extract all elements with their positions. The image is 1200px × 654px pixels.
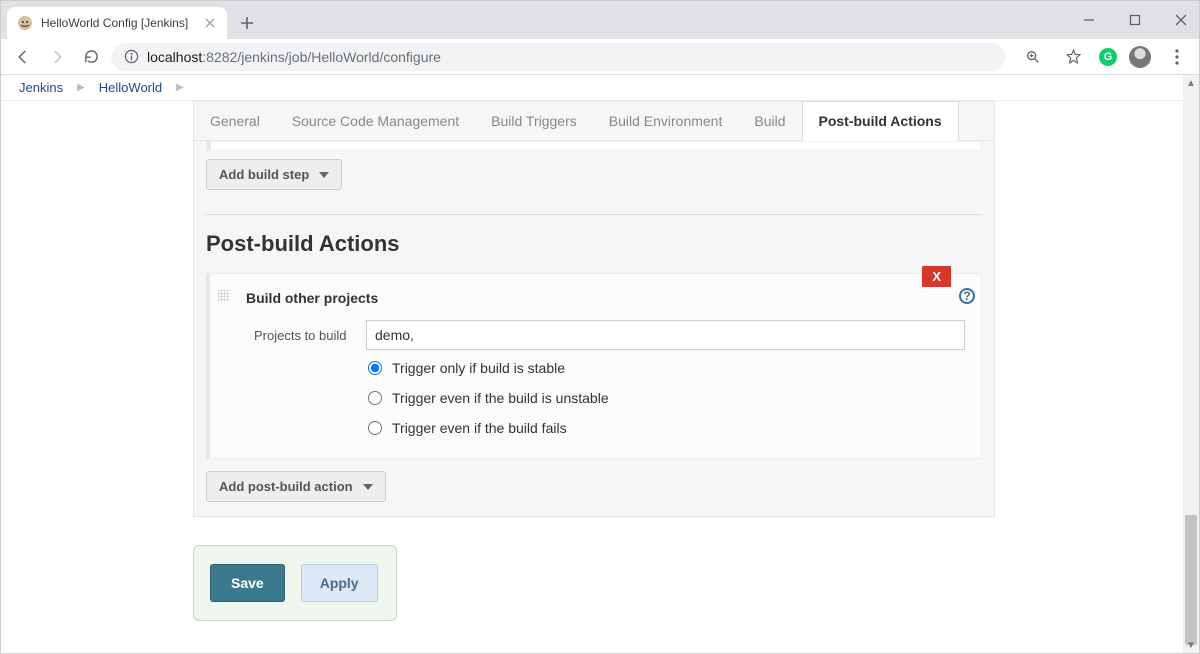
window-close-icon[interactable] xyxy=(1167,6,1195,34)
help-icon[interactable]: ? xyxy=(959,288,975,304)
tab-general[interactable]: General xyxy=(194,102,276,140)
window-minimize-icon[interactable] xyxy=(1075,6,1103,34)
projects-to-build-input[interactable] xyxy=(366,320,965,350)
breadcrumb-root[interactable]: Jenkins xyxy=(19,80,63,95)
delete-card-button[interactable]: X xyxy=(922,266,951,287)
page-scrollbar[interactable]: ▲ ▼ xyxy=(1183,75,1199,653)
nav-forward-icon[interactable] xyxy=(43,43,71,71)
browser-tabstrip: HelloWorld Config [Jenkins] xyxy=(1,1,1199,39)
zoom-icon[interactable] xyxy=(1019,43,1047,71)
browser-tab-active[interactable]: HelloWorld Config [Jenkins] xyxy=(7,7,227,39)
save-button[interactable]: Save xyxy=(210,564,285,602)
scrollbar-thumb[interactable] xyxy=(1185,515,1197,645)
new-tab-button[interactable] xyxy=(233,9,261,37)
bookmark-star-icon[interactable] xyxy=(1059,43,1087,71)
chevron-right-icon: ▶ xyxy=(176,82,184,93)
caret-down-icon xyxy=(319,172,329,178)
radio-input-unstable[interactable] xyxy=(368,391,382,405)
add-build-step-label: Add build step xyxy=(219,167,309,182)
tab-scm[interactable]: Source Code Management xyxy=(276,102,475,140)
previous-section-stub xyxy=(206,141,982,151)
tab-post-build-actions[interactable]: Post-build Actions xyxy=(802,101,959,141)
radio-trigger-stable[interactable]: Trigger only if build is stable xyxy=(368,360,965,376)
window-maximize-icon[interactable] xyxy=(1121,6,1149,34)
add-post-build-action-label: Add post-build action xyxy=(219,479,353,494)
section-divider xyxy=(206,214,982,215)
browser-toolbar: localhost:8282/jenkins/job/HelloWorld/co… xyxy=(1,39,1199,75)
add-post-build-action-button[interactable]: Add post-build action xyxy=(206,471,386,502)
radio-label-fails: Trigger even if the build fails xyxy=(392,420,567,436)
site-info-icon[interactable] xyxy=(123,49,139,65)
grammarly-extension-icon[interactable]: G xyxy=(1099,48,1117,66)
radio-input-stable[interactable] xyxy=(368,361,382,375)
card-title: Build other projects xyxy=(246,290,965,306)
tab-build[interactable]: Build xyxy=(738,102,801,140)
save-apply-bar: Save Apply xyxy=(193,545,397,621)
profile-avatar-icon[interactable] xyxy=(1129,46,1151,68)
radio-label-stable: Trigger only if build is stable xyxy=(392,360,565,376)
address-bar[interactable]: localhost:8282/jenkins/job/HelloWorld/co… xyxy=(111,43,1005,71)
browser-menu-icon[interactable] xyxy=(1163,43,1191,71)
browser-tab-title: HelloWorld Config [Jenkins] xyxy=(41,16,195,30)
breadcrumb: Jenkins ▶ HelloWorld ▶ xyxy=(1,75,1199,101)
section-title: Post-build Actions xyxy=(206,231,982,257)
url-text: localhost:8282/jenkins/job/HelloWorld/co… xyxy=(147,49,441,65)
trigger-condition-radios: Trigger only if build is stable Trigger … xyxy=(368,360,965,436)
tab-build-triggers[interactable]: Build Triggers xyxy=(475,102,593,140)
tab-close-icon[interactable] xyxy=(203,16,217,30)
add-build-step-button[interactable]: Add build step xyxy=(206,159,342,190)
tab-build-environment[interactable]: Build Environment xyxy=(593,102,739,140)
config-tabs: General Source Code Management Build Tri… xyxy=(193,101,995,141)
breadcrumb-project[interactable]: HelloWorld xyxy=(99,80,162,95)
radio-trigger-fails[interactable]: Trigger even if the build fails xyxy=(368,420,965,436)
radio-trigger-unstable[interactable]: Trigger even if the build is unstable xyxy=(368,390,965,406)
jenkins-favicon xyxy=(17,15,33,31)
radio-label-unstable: Trigger even if the build is unstable xyxy=(392,390,609,406)
scrollbar-down-icon[interactable]: ▼ xyxy=(1183,637,1199,653)
chevron-right-icon: ▶ xyxy=(77,82,85,93)
drag-handle-icon[interactable] xyxy=(218,290,230,302)
apply-button[interactable]: Apply xyxy=(301,564,378,602)
nav-back-icon[interactable] xyxy=(9,43,37,71)
nav-reload-icon[interactable] xyxy=(77,43,105,71)
radio-input-fails[interactable] xyxy=(368,421,382,435)
post-build-action-card: X ? Build other projects Projects to bui… xyxy=(206,273,982,459)
scrollbar-up-icon[interactable]: ▲ xyxy=(1183,75,1199,91)
projects-to-build-label: Projects to build xyxy=(254,328,356,343)
caret-down-icon xyxy=(363,484,373,490)
